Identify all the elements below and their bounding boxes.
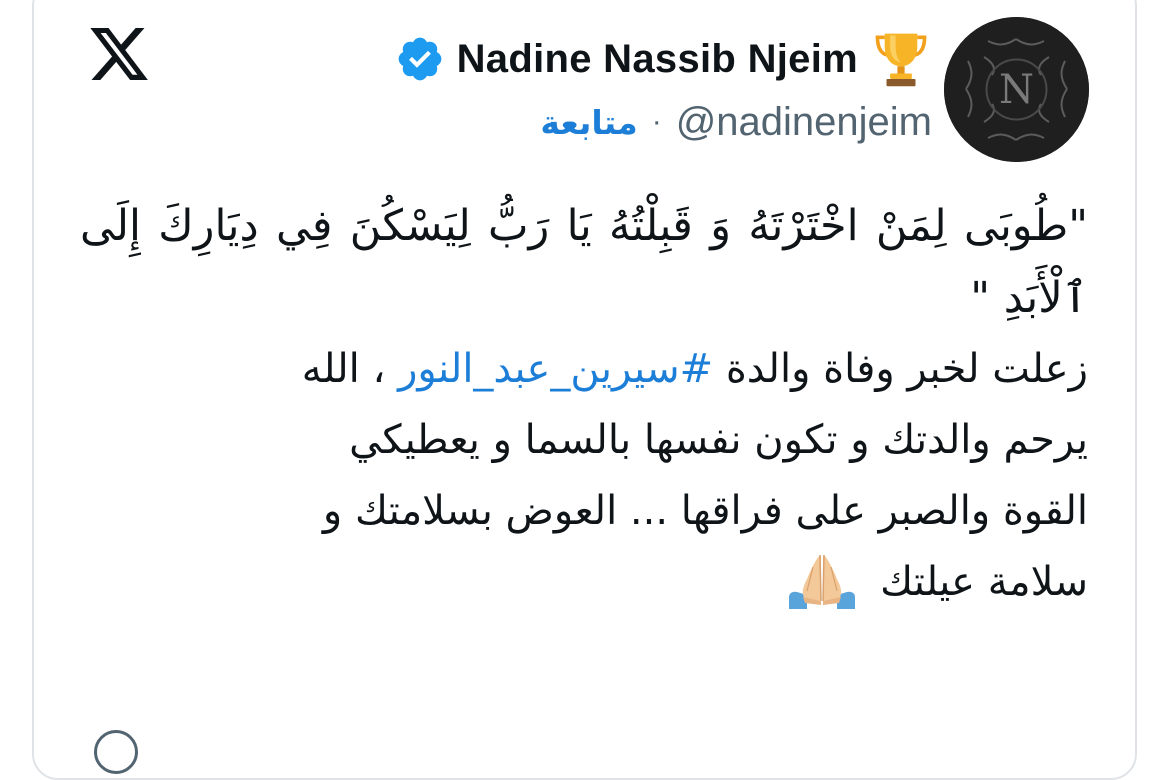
info-icon[interactable] — [94, 730, 138, 774]
author-handle[interactable]: @nadinenjeim — [676, 100, 932, 145]
tweet-quote: "طُوبَى لِمَنْ اخْتَرْتَهُ وَ قَبِلْتُهُ… — [80, 201, 1088, 323]
trophy-icon — [870, 30, 930, 88]
tweet-paragraph: زعلت لخبر وفاة والدة #سيرين_عبد_النور ، … — [80, 334, 1088, 618]
tweet-line-start: زعلت لخبر وفاة والدة — [713, 346, 1088, 392]
tweet-text: "طُوبَى لِمَنْ اخْتَرْتَهُ وَ قَبِلْتُهُ… — [80, 190, 1088, 618]
separator-dot: · — [651, 105, 662, 138]
verified-badge-icon — [395, 34, 445, 84]
author-name-row: Nadine Nassib Njeim — [395, 28, 930, 90]
avatar[interactable]: N — [944, 17, 1089, 162]
x-logo-icon[interactable] — [86, 22, 152, 86]
author-display-name[interactable]: Nadine Nassib Njeim — [457, 37, 858, 82]
follow-button[interactable]: متابعة — [540, 103, 637, 142]
avatar-monogram: N — [999, 67, 1034, 113]
hashtag-link[interactable]: #سيرين_عبد_النور — [398, 346, 713, 392]
tweet-line-end: ، الله — [301, 346, 399, 392]
author-handle-row: متابعة · @nadinenjeim — [540, 94, 932, 150]
tweet-rest: يرحم والدتك و تكون نفسها بالسما و يعطيكي… — [322, 417, 1088, 605]
folded-hands-icon — [783, 547, 861, 609]
tweet-footer — [88, 728, 1088, 774]
